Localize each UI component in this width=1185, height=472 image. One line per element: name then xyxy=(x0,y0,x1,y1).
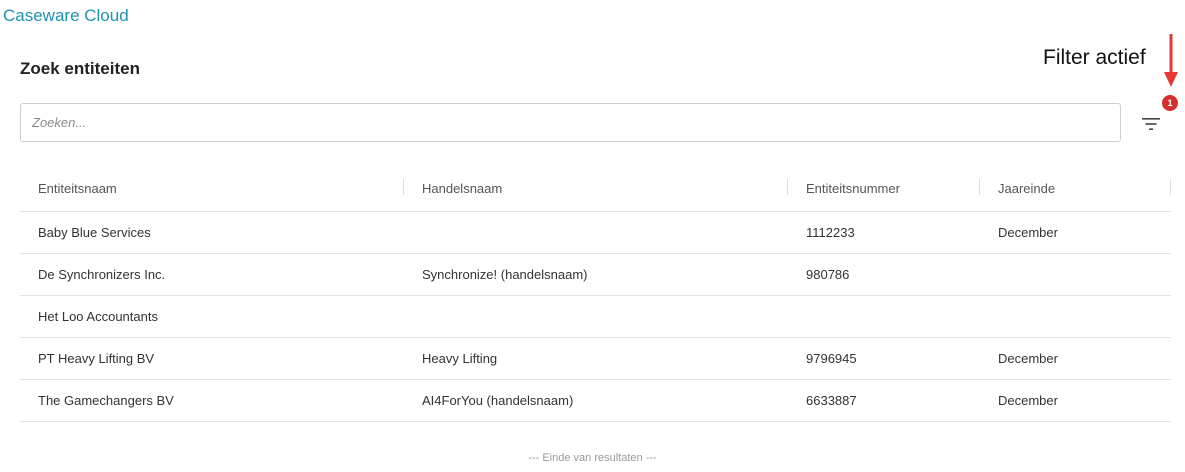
cell-entiteitsnummer: 980786 xyxy=(806,267,850,282)
column-divider[interactable] xyxy=(787,179,788,195)
table-row[interactable]: PT Heavy Lifting BV Heavy Lifting 979694… xyxy=(20,338,1171,380)
cell-jaareinde: December xyxy=(998,225,1058,240)
column-divider[interactable] xyxy=(403,179,404,195)
cell-jaareinde: December xyxy=(998,351,1058,366)
entity-table: Entiteitsnaam Handelsnaam Entiteitsnumme… xyxy=(20,165,1171,422)
cell-handelsnaam: AI4ForYou (handelsnaam) xyxy=(422,393,574,408)
filter-icon xyxy=(1142,118,1160,130)
filter-button[interactable] xyxy=(1136,111,1166,137)
cell-entiteitsnaam: PT Heavy Lifting BV xyxy=(38,351,155,366)
cell-entiteitsnaam: The Gamechangers BV xyxy=(38,393,174,408)
end-of-results: --- Einde van resultaten --- xyxy=(528,452,657,464)
column-header-handelsnaam[interactable]: Handelsnaam xyxy=(422,165,502,211)
column-divider[interactable] xyxy=(979,179,980,195)
cell-entiteitsnummer: 6633887 xyxy=(806,393,857,408)
column-header-jaareinde[interactable]: Jaareinde xyxy=(998,165,1055,211)
search-box[interactable] xyxy=(20,103,1121,142)
column-divider[interactable] xyxy=(1170,179,1171,195)
search-input[interactable] xyxy=(21,104,1120,141)
cell-entiteitsnummer: 1112233 xyxy=(806,225,855,240)
cell-entiteitsnummer: 9796945 xyxy=(806,351,857,366)
table-row[interactable]: Het Loo Accountants xyxy=(20,296,1171,338)
table-row[interactable]: De Synchronizers Inc. Synchronize! (hand… xyxy=(20,254,1171,296)
cell-entiteitsnaam: De Synchronizers Inc. xyxy=(38,267,166,282)
app-title[interactable]: Caseware Cloud xyxy=(3,6,129,26)
column-header-entiteitsnummer[interactable]: Entiteitsnummer xyxy=(806,165,900,211)
table-row[interactable]: Baby Blue Services 1112233 December xyxy=(20,212,1171,254)
cell-entiteitsnaam: Het Loo Accountants xyxy=(38,309,158,324)
table-row[interactable]: The Gamechangers BV AI4ForYou (handelsna… xyxy=(20,380,1171,422)
table-header: Entiteitsnaam Handelsnaam Entiteitsnumme… xyxy=(20,165,1171,212)
annotation-arrow-icon xyxy=(1164,34,1178,87)
page-title: Zoek entiteiten xyxy=(20,59,140,78)
filter-count-badge: 1 xyxy=(1162,95,1178,111)
cell-handelsnaam: Synchronize! (handelsnaam) xyxy=(422,267,588,282)
cell-handelsnaam: Heavy Lifting xyxy=(422,351,498,366)
cell-entiteitsnaam: Baby Blue Services xyxy=(38,225,151,240)
column-header-entiteitsnaam[interactable]: Entiteitsnaam xyxy=(38,165,117,211)
cell-jaareinde: December xyxy=(998,393,1058,408)
annotation-label: Filter actief xyxy=(1043,46,1146,69)
